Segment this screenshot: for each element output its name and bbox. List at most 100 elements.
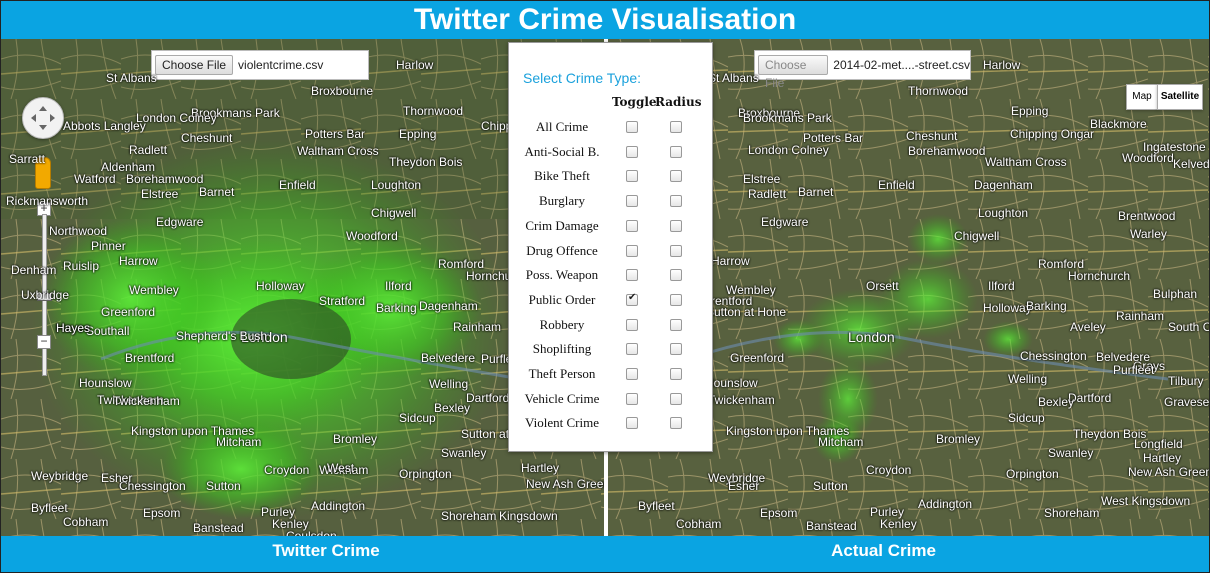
map-place-label: Bromley (936, 432, 981, 446)
crime-row-label: Robbery (539, 316, 585, 332)
map-place-label: Sutton (813, 479, 848, 493)
map-type-satellite-button[interactable]: Satellite (1157, 84, 1203, 110)
map-place-label: West (327, 461, 355, 475)
map-place-label: St Albans (106, 71, 157, 85)
zoom-out-button[interactable]: − (37, 335, 51, 349)
toggle-checkbox[interactable] (626, 343, 638, 356)
map-place-label: Coulsdon (286, 529, 337, 536)
map-place-label: Rainham (1116, 309, 1165, 323)
map-place-label: Swanley (1048, 446, 1094, 460)
radius-checkbox[interactable] (670, 343, 682, 356)
crime-row-label: Theft Person (528, 366, 596, 381)
map-place-label: Aldenham (101, 160, 156, 174)
map-place-label: Epsom (143, 506, 181, 520)
toggle-checkbox[interactable] (626, 292, 638, 306)
radius-checkbox[interactable] (670, 121, 682, 133)
map-place-label: Kingston upon Thames (726, 424, 850, 438)
left-choose-file-button[interactable]: Choose File (155, 55, 234, 75)
map-place-label: Enfield (279, 178, 316, 192)
map-place-label: Orpington (399, 467, 452, 481)
right-choose-file-button[interactable]: Choose File (758, 55, 829, 90)
toggle-checkbox[interactable] (626, 392, 638, 405)
crime-row: Bike Theft (509, 165, 712, 187)
map-place-label: Bromley (333, 432, 378, 446)
radius-checkbox[interactable] (670, 368, 682, 380)
right-file-input[interactable]: Choose File 2014-02-met....-street.csv (754, 50, 971, 90)
pan-control-icon[interactable] (22, 97, 64, 139)
crime-row: Vehicle Crime (509, 388, 712, 410)
map-place-label: Thornwood (403, 104, 464, 118)
crime-row: All Crime (509, 116, 712, 138)
map-place-label: Shepherd's Bush (176, 329, 268, 343)
toggle-checkbox[interactable] (626, 368, 638, 380)
radius-checkbox[interactable] (670, 392, 682, 405)
crime-row-label: Shoplifting (532, 341, 592, 357)
map-place-label: Loughton (371, 178, 422, 192)
map-place-label: Kingston upon Thames (131, 424, 255, 438)
map-place-label: Abbots Langley (63, 119, 146, 133)
map-place-label: Bexley (434, 401, 471, 415)
toggle-checkbox[interactable] (626, 195, 638, 208)
map-place-label: Twickenham (708, 393, 775, 407)
map-place-label: Swanley (441, 446, 487, 460)
radius-checkbox[interactable] (670, 318, 682, 331)
radius-checkbox[interactable] (670, 244, 682, 257)
left-file-input[interactable]: Choose File violentcrime.csv (151, 50, 369, 80)
map-place-label: Northwood (49, 224, 108, 238)
crime-row-label: Burglary (539, 193, 585, 209)
radius-checkbox[interactable] (670, 269, 682, 282)
radius-checkbox[interactable] (670, 195, 682, 208)
map-place-label: Harlow (983, 58, 1021, 72)
map-place-label: Epping (1011, 104, 1049, 118)
map-place-label: London Colney (748, 143, 829, 157)
map-place-label: Twickenham (113, 394, 180, 408)
map-place-label: Belvedere (421, 351, 476, 365)
toggle-checkbox[interactable] (626, 219, 638, 232)
map-place-label: Sutton (206, 479, 241, 493)
right-map-caption: Actual Crime (831, 541, 936, 560)
crime-row: Anti-Social B. (509, 141, 712, 163)
map-place-label: Dagenham (974, 178, 1033, 192)
toggle-checkbox[interactable] (626, 269, 638, 282)
toggle-column-header: Toggle (612, 95, 657, 109)
radius-checkbox[interactable] (670, 145, 682, 158)
map-place-label: Rickmansworth (6, 194, 89, 208)
page-title: Twitter Crime Visualisation (1, 1, 1209, 39)
toggle-checkbox[interactable] (626, 318, 638, 331)
map-place-label: Chigwell (954, 229, 1000, 243)
map-place-label: Radlett (129, 143, 168, 157)
map-place-label: Sarratt (9, 152, 46, 166)
map-place-label: Ruislip (63, 259, 100, 273)
map-place-label: Weybridge (31, 469, 89, 483)
map-place-label: Byfleet (638, 499, 675, 513)
map-place-label: Denham (11, 263, 57, 277)
map-type-map-button[interactable]: Map (1126, 84, 1158, 110)
map-place-label: Edgware (156, 215, 204, 229)
crime-row: Burglary (509, 190, 712, 212)
map-place-label: Hartley (521, 461, 560, 475)
toggle-checkbox[interactable] (626, 145, 638, 158)
right-file-name: 2014-02-met....-street.csv (833, 58, 970, 72)
crime-row-label: All Crime (535, 119, 589, 134)
map-place-label: Harrow (711, 254, 750, 268)
radius-checkbox[interactable] (670, 170, 682, 183)
toggle-checkbox[interactable] (626, 121, 638, 133)
crime-row: Drug Offence (509, 240, 712, 262)
map-place-label: Elstree (743, 172, 781, 186)
map-place-label: St Albans (708, 71, 759, 85)
map-place-label: Esher (728, 479, 760, 493)
map-place-label: Blackmore (1090, 117, 1147, 131)
map-place-label: Orsett (866, 279, 899, 293)
footer-bar: Twitter Crime Actual Crime (1, 536, 1209, 572)
radius-checkbox[interactable] (670, 417, 682, 430)
map-place-label: Harrow (119, 254, 158, 268)
radius-checkbox[interactable] (670, 219, 682, 232)
app-frame: Twitter Crime Visualisation Choose File … (0, 0, 1210, 573)
toggle-checkbox[interactable] (626, 170, 638, 183)
map-place-label: Aveley (1070, 320, 1106, 334)
map-place-label: Kelvedon Hatch (1173, 157, 1209, 171)
toggle-checkbox[interactable] (626, 417, 638, 430)
radius-checkbox[interactable] (670, 293, 682, 306)
toggle-checkbox[interactable] (626, 244, 638, 257)
map-place-label: Watford (74, 172, 116, 186)
